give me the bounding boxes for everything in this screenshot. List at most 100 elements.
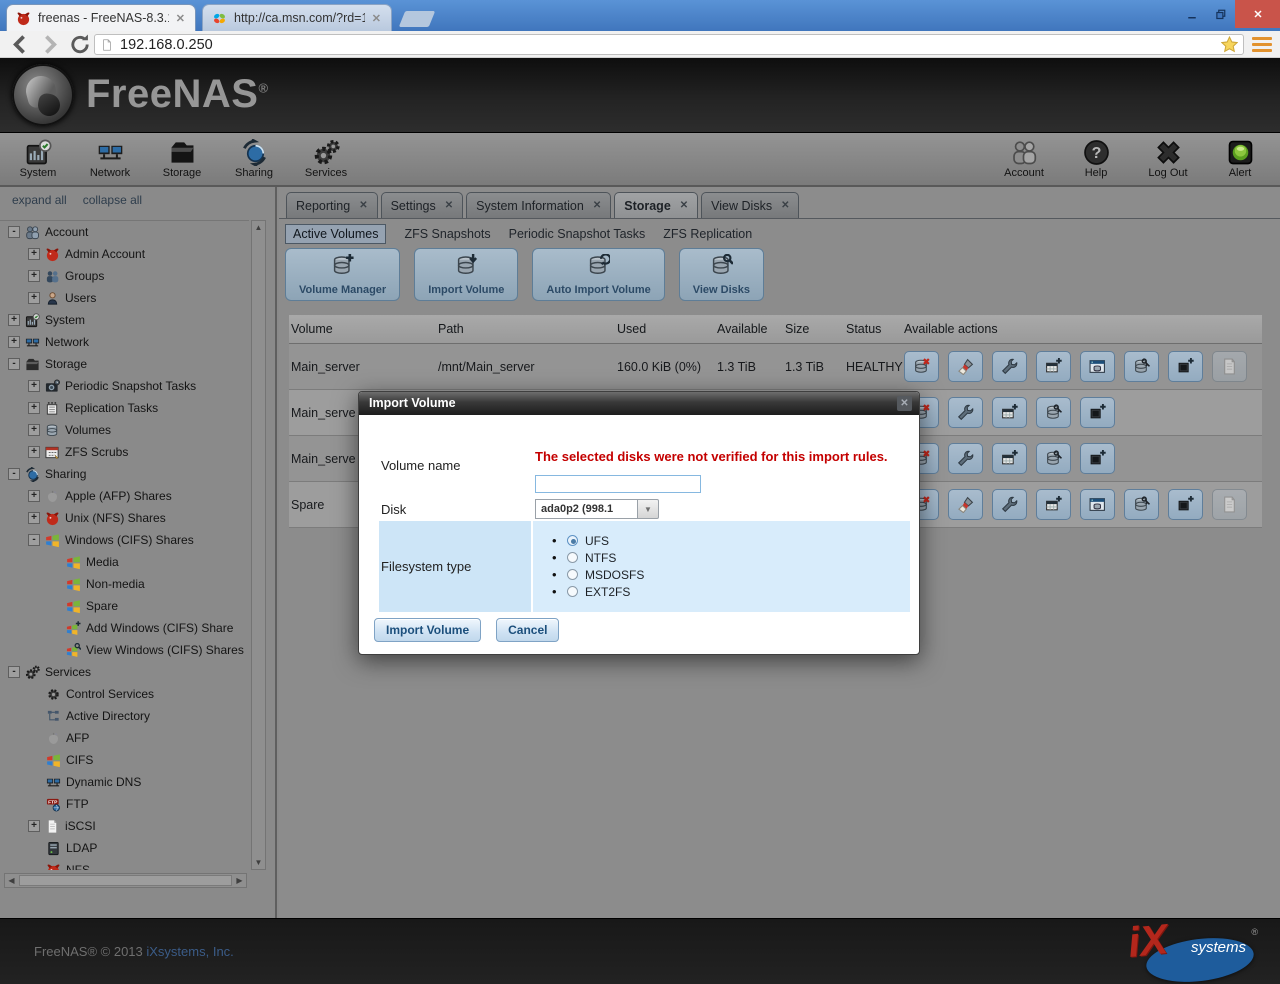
chevron-down-icon[interactable]: ▼ — [638, 499, 659, 519]
add-zvol-button[interactable] — [1168, 351, 1203, 382]
sidebar-item-active-directory[interactable]: Active Directory — [0, 705, 249, 727]
ixsystems-link[interactable]: iXsystems, Inc. — [146, 944, 233, 959]
sidebar-item-groups[interactable]: +Groups — [0, 265, 249, 287]
scroll-down-icon[interactable]: ▼ — [252, 856, 265, 869]
tree-toggle-icon[interactable]: - — [28, 534, 40, 546]
filesystem-option-ext2fs[interactable]: •EXT2FS — [552, 583, 644, 600]
tree-toggle-icon[interactable]: + — [8, 314, 20, 326]
sidebar-item-volumes[interactable]: +Volumes — [0, 419, 249, 441]
tab-close-icon[interactable]: ✕ — [359, 200, 367, 211]
tab-close-icon[interactable]: ✕ — [680, 200, 688, 211]
sidebar-item-cifs[interactable]: CIFS — [0, 749, 249, 771]
bookmark-star-icon[interactable] — [1221, 36, 1238, 53]
tree-toggle-icon[interactable]: + — [28, 424, 40, 436]
sidebar-item-add-windows-cifs-share[interactable]: Add Windows (CIFS) Share — [0, 617, 249, 639]
sidebar-item-users[interactable]: +Users — [0, 287, 249, 309]
tree-toggle-icon[interactable]: + — [28, 446, 40, 458]
import-volume-button[interactable]: Import Volume — [374, 618, 481, 642]
sidebar-item-windows-cifs-shares[interactable]: -Windows (CIFS) Shares — [0, 529, 249, 551]
disk-select-value[interactable]: ada0p2 (998.1 GB) — [535, 499, 638, 519]
tab-view-disks[interactable]: View Disks✕ — [701, 192, 799, 218]
tab-close-icon[interactable]: ✕ — [781, 200, 789, 211]
sidebar-item-nfs[interactable]: NFS — [0, 859, 249, 870]
subtab-zfs-replication[interactable]: ZFS Replication — [663, 227, 752, 241]
sidebar-item-dynamic-dns[interactable]: Dynamic DNS — [0, 771, 249, 793]
auto-import-volume-button[interactable]: Auto Import Volume — [532, 248, 664, 301]
scrub-button[interactable] — [948, 489, 983, 520]
minimize-button[interactable] — [1177, 0, 1206, 28]
permissions-button[interactable] — [1080, 351, 1115, 382]
sidebar-item-unix-nfs-shares[interactable]: +Unix (NFS) Shares — [0, 507, 249, 529]
appbar-item-storage[interactable]: Storage — [146, 133, 218, 185]
address-url[interactable]: 192.168.0.250 — [120, 37, 213, 53]
permissions-button[interactable] — [1080, 489, 1115, 520]
add-dataset-button[interactable] — [1036, 351, 1071, 382]
address-bar[interactable]: 192.168.0.250 — [94, 34, 1244, 55]
tab-close-icon[interactable]: ✕ — [593, 200, 601, 211]
radio-msdosfs[interactable] — [567, 569, 578, 580]
tree-horizontal-scrollbar[interactable]: ◀ ▶ — [4, 873, 247, 888]
appbar-item-network[interactable]: Network — [74, 133, 146, 185]
scroll-right-icon[interactable]: ▶ — [233, 874, 246, 887]
browser-tab[interactable]: http://ca.msn.com/?rd=1✕ — [202, 4, 392, 31]
sidebar-item-media[interactable]: Media — [0, 551, 249, 573]
filesystem-option-ufs[interactable]: •UFS — [552, 532, 644, 549]
sidebar-item-periodic-snapshot-tasks[interactable]: +Periodic Snapshot Tasks — [0, 375, 249, 397]
sidebar-item-non-media[interactable]: Non-media — [0, 573, 249, 595]
import-volume-button[interactable]: Import Volume — [414, 248, 518, 301]
dialog-close-button[interactable]: ✕ — [897, 396, 912, 411]
view-disks-button[interactable]: View Disks — [679, 248, 764, 301]
tree-toggle-icon[interactable]: - — [8, 468, 20, 480]
tree-toggle-icon[interactable]: + — [28, 270, 40, 282]
sidebar-item-ftp[interactable]: FTPFTP — [0, 793, 249, 815]
tab-close-icon[interactable]: ✕ — [372, 12, 381, 25]
tab-reporting[interactable]: Reporting✕ — [286, 192, 378, 218]
close-window-button[interactable] — [1235, 0, 1280, 28]
cancel-button[interactable]: Cancel — [496, 618, 559, 642]
forward-button[interactable] — [38, 33, 62, 56]
new-tab-button[interactable] — [399, 11, 435, 27]
tree-toggle-icon[interactable]: + — [28, 820, 40, 832]
dialog-titlebar[interactable]: Import Volume ✕ — [359, 392, 919, 415]
sidebar-item-sharing[interactable]: -Sharing — [0, 463, 249, 485]
add-zvol-button[interactable] — [1168, 489, 1203, 520]
sidebar-item-admin-account[interactable]: +Admin Account — [0, 243, 249, 265]
add-dataset-button[interactable] — [992, 443, 1027, 474]
sidebar-item-afp[interactable]: AFP — [0, 727, 249, 749]
scrollbar-thumb[interactable] — [19, 875, 232, 886]
subtab-zfs-snapshots[interactable]: ZFS Snapshots — [404, 227, 490, 241]
edit-button[interactable] — [992, 351, 1027, 382]
sidebar-item-apple-afp-shares[interactable]: +Apple (AFP) Shares — [0, 485, 249, 507]
sidebar-item-iscsi[interactable]: +iSCSI — [0, 815, 249, 837]
sidebar-item-replication-tasks[interactable]: +Replication Tasks — [0, 397, 249, 419]
tree-toggle-icon[interactable]: - — [8, 358, 20, 370]
collapse-all-link[interactable]: collapse all — [83, 193, 142, 207]
tab-settings[interactable]: Settings✕ — [381, 192, 464, 218]
key-button[interactable] — [1036, 397, 1071, 428]
add-dataset-button[interactable] — [992, 397, 1027, 428]
expand-all-link[interactable]: expand all — [12, 193, 67, 207]
tab-storage[interactable]: Storage✕ — [614, 192, 698, 218]
page-button[interactable] — [1212, 351, 1247, 382]
tree-toggle-icon[interactable]: + — [28, 292, 40, 304]
tab-close-icon[interactable]: ✕ — [445, 200, 453, 211]
tree-toggle-icon[interactable]: + — [28, 402, 40, 414]
appbar-item-sharing[interactable]: Sharing — [218, 133, 290, 185]
radio-ntfs[interactable] — [567, 552, 578, 563]
tree-toggle-icon[interactable]: + — [8, 336, 20, 348]
scrub-button[interactable] — [948, 351, 983, 382]
page-button[interactable] — [1212, 489, 1247, 520]
edit-button[interactable] — [948, 397, 983, 428]
filesystem-option-ntfs[interactable]: •NTFS — [552, 549, 644, 566]
tree-toggle-icon[interactable]: - — [8, 666, 20, 678]
tree-toggle-icon[interactable]: + — [28, 380, 40, 392]
filesystem-option-msdosfs[interactable]: •MSDOSFS — [552, 566, 644, 583]
edit-button[interactable] — [992, 489, 1027, 520]
tree-toggle-icon[interactable]: + — [28, 512, 40, 524]
sidebar-item-spare[interactable]: Spare — [0, 595, 249, 617]
appbar-item-account[interactable]: Account — [988, 133, 1060, 185]
sidebar-item-network[interactable]: +Network — [0, 331, 249, 353]
add-dataset-button[interactable] — [1036, 489, 1071, 520]
subtab-periodic-snapshot-tasks[interactable]: Periodic Snapshot Tasks — [509, 227, 646, 241]
appbar-item-services[interactable]: Services — [290, 133, 362, 185]
